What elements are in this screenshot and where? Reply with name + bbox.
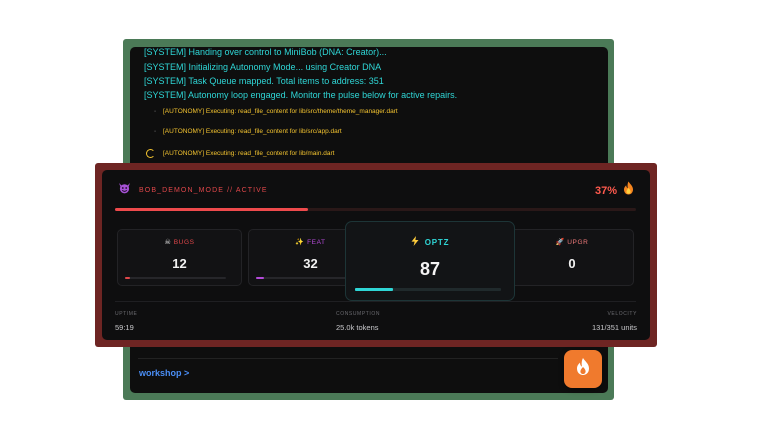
demon-mode-fab[interactable] [564, 350, 602, 388]
velocity-label: VELOCITY [607, 311, 637, 317]
devil-face-icon [118, 181, 131, 199]
optz-progress-fill [355, 288, 393, 291]
loading-spinner-icon [146, 149, 155, 158]
workshop-link[interactable]: workshop > [139, 368, 189, 378]
uptime-value: 59:19 [115, 323, 134, 332]
panel-header: BOB_DEMON_MODE // ACTIVE [118, 181, 268, 199]
bugs-count: 12 [172, 256, 187, 271]
demon-mode-panel: BOB_DEMON_MODE // ACTIVE 37% ☠ BUGS 12 ✨… [102, 170, 650, 340]
overall-progress-bar [115, 208, 636, 211]
overall-progress-fill [115, 208, 308, 211]
lightning-icon [411, 236, 422, 247]
feat-progress-fill [256, 277, 265, 279]
bugs-progress-fill [125, 277, 131, 279]
fire-icon [623, 181, 634, 200]
task-log-text: [AUTONOMY] Executing: read_file_content … [163, 150, 335, 157]
upgr-card-label: 🚀 UPGR [555, 239, 589, 246]
tokens-label: CONSUMPTION [336, 311, 381, 317]
task-log-line: · [AUTONOMY] Executing: read_file_conten… [154, 128, 342, 135]
task-log-line: [AUTONOMY] Executing: read_file_content … [146, 149, 335, 158]
rocket-icon: 🚀 [555, 239, 565, 246]
task-log-text: [AUTONOMY] Executing: read_file_content … [163, 108, 398, 115]
uptime-label: UPTIME [115, 311, 138, 317]
feat-progress-bar [256, 277, 357, 279]
optz-count: 87 [419, 259, 441, 279]
bugs-progress-bar [125, 277, 226, 279]
system-log-line: [SYSTEM] Autonomy loop engaged. Monitor … [144, 90, 458, 100]
task-log-line: · [AUTONOMY] Executing: read_file_conten… [154, 108, 398, 115]
overall-progress: 37% [595, 181, 634, 200]
divider [138, 358, 558, 359]
done-dot-icon: · [153, 108, 157, 115]
velocity-value: 131/351 units [591, 323, 637, 332]
optz-card: OPTZ 87 [345, 221, 515, 301]
optz-card-label: OPTZ [346, 236, 514, 247]
divider [115, 301, 636, 302]
optz-progress-bar [355, 288, 501, 291]
task-log-text: [AUTONOMY] Executing: read_file_content … [163, 128, 342, 135]
done-dot-icon: · [153, 128, 157, 135]
sparkles-icon: ✨ [295, 239, 305, 246]
system-log-line: [SYSTEM] Handing over control to MiniBob… [144, 47, 387, 57]
flame-icon [575, 357, 591, 381]
bugs-card: ☠ BUGS 12 [117, 229, 242, 286]
bugs-card-label: ☠ BUGS [164, 239, 195, 246]
upgr-count: 0 [568, 256, 576, 271]
progress-percent: 37% [594, 184, 617, 197]
skull-icon: ☠ [164, 239, 172, 246]
panel-title: BOB_DEMON_MODE // ACTIVE [139, 186, 268, 194]
tokens-value: 25.0k tokens [336, 323, 379, 332]
upgr-card: 🚀 UPGR 0 [510, 229, 634, 286]
system-log-line: [SYSTEM] Initializing Autonomy Mode... u… [144, 62, 382, 72]
system-log-line: [SYSTEM] Task Queue mapped. Total items … [144, 76, 384, 86]
